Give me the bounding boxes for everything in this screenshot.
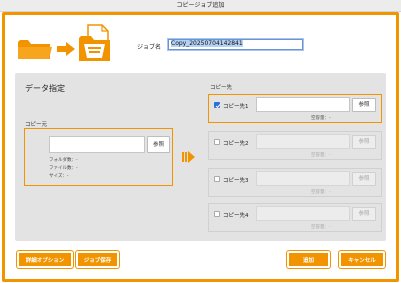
- save-job-button[interactable]: ジョブ保存: [76, 251, 119, 268]
- data-spec-title: データ指定: [25, 84, 65, 93]
- folder-count: フォルダ数：-: [49, 158, 78, 163]
- size-info: サイズ：-: [49, 174, 69, 179]
- destination-4-capacity: 空容量：-: [311, 225, 331, 230]
- source-browse-button[interactable]: 参照: [147, 136, 170, 153]
- destination-2-browse-button[interactable]: 参照: [352, 135, 376, 149]
- source-path-field[interactable]: [49, 136, 145, 153]
- folder-icon: [18, 40, 52, 59]
- destination-4-checkbox[interactable]: [214, 211, 220, 217]
- destination-3-path-field[interactable]: [256, 171, 350, 186]
- job-name-label: ジョブ名: [137, 44, 162, 51]
- destination-1-capacity: 空容量：-: [311, 116, 331, 121]
- destination-3-checkbox[interactable]: [214, 176, 220, 182]
- destination-2-path-field[interactable]: [256, 134, 350, 149]
- job-name-input[interactable]: Copy_20250704142841: [168, 39, 303, 50]
- destination-1-checkbox[interactable]: [214, 102, 221, 109]
- destination-2-label: コピー先2: [223, 141, 249, 147]
- destination-2-checkbox[interactable]: [214, 139, 220, 145]
- destination-2: コピー先2 参照 空容量：-: [208, 131, 382, 160]
- destination-3-capacity: 空容量：-: [311, 190, 331, 195]
- checkmark-icon: [215, 104, 221, 109]
- destination-3: コピー先3 参照 空容量：-: [208, 168, 382, 197]
- destinations-title: コピー先: [210, 85, 233, 91]
- destination-4: コピー先4 参照 空容量：-: [208, 203, 382, 232]
- add-button[interactable]: 追加: [287, 251, 330, 268]
- advanced-options-button[interactable]: 詳細オプション: [17, 251, 73, 268]
- destination-1-path-field[interactable]: [256, 97, 350, 112]
- source-label: コピー元: [25, 122, 48, 128]
- destination-1-label: コピー先1: [223, 104, 249, 110]
- destination-2-capacity: 空容量：-: [311, 153, 331, 158]
- arrow-right-icon: [57, 42, 75, 56]
- job-name-value: Copy_20250704142841: [171, 40, 243, 47]
- destination-4-path-field[interactable]: [256, 206, 350, 221]
- destination-1: コピー先1 参照 空容量：-: [208, 94, 382, 123]
- destination-4-browse-button[interactable]: 参照: [352, 207, 376, 221]
- window-title: コピージョブ追加: [0, 0, 401, 12]
- forward-arrow-icon: [182, 151, 195, 163]
- destination-3-browse-button[interactable]: 参照: [352, 172, 376, 186]
- destination-3-label: コピー先3: [223, 178, 249, 184]
- file-count: ファイル数：-: [49, 166, 78, 171]
- copy-document-icon: [79, 24, 110, 61]
- destination-1-browse-button[interactable]: 参照: [352, 98, 376, 112]
- destination-4-label: コピー先4: [223, 213, 249, 219]
- cancel-button[interactable]: キャンセル: [339, 251, 385, 268]
